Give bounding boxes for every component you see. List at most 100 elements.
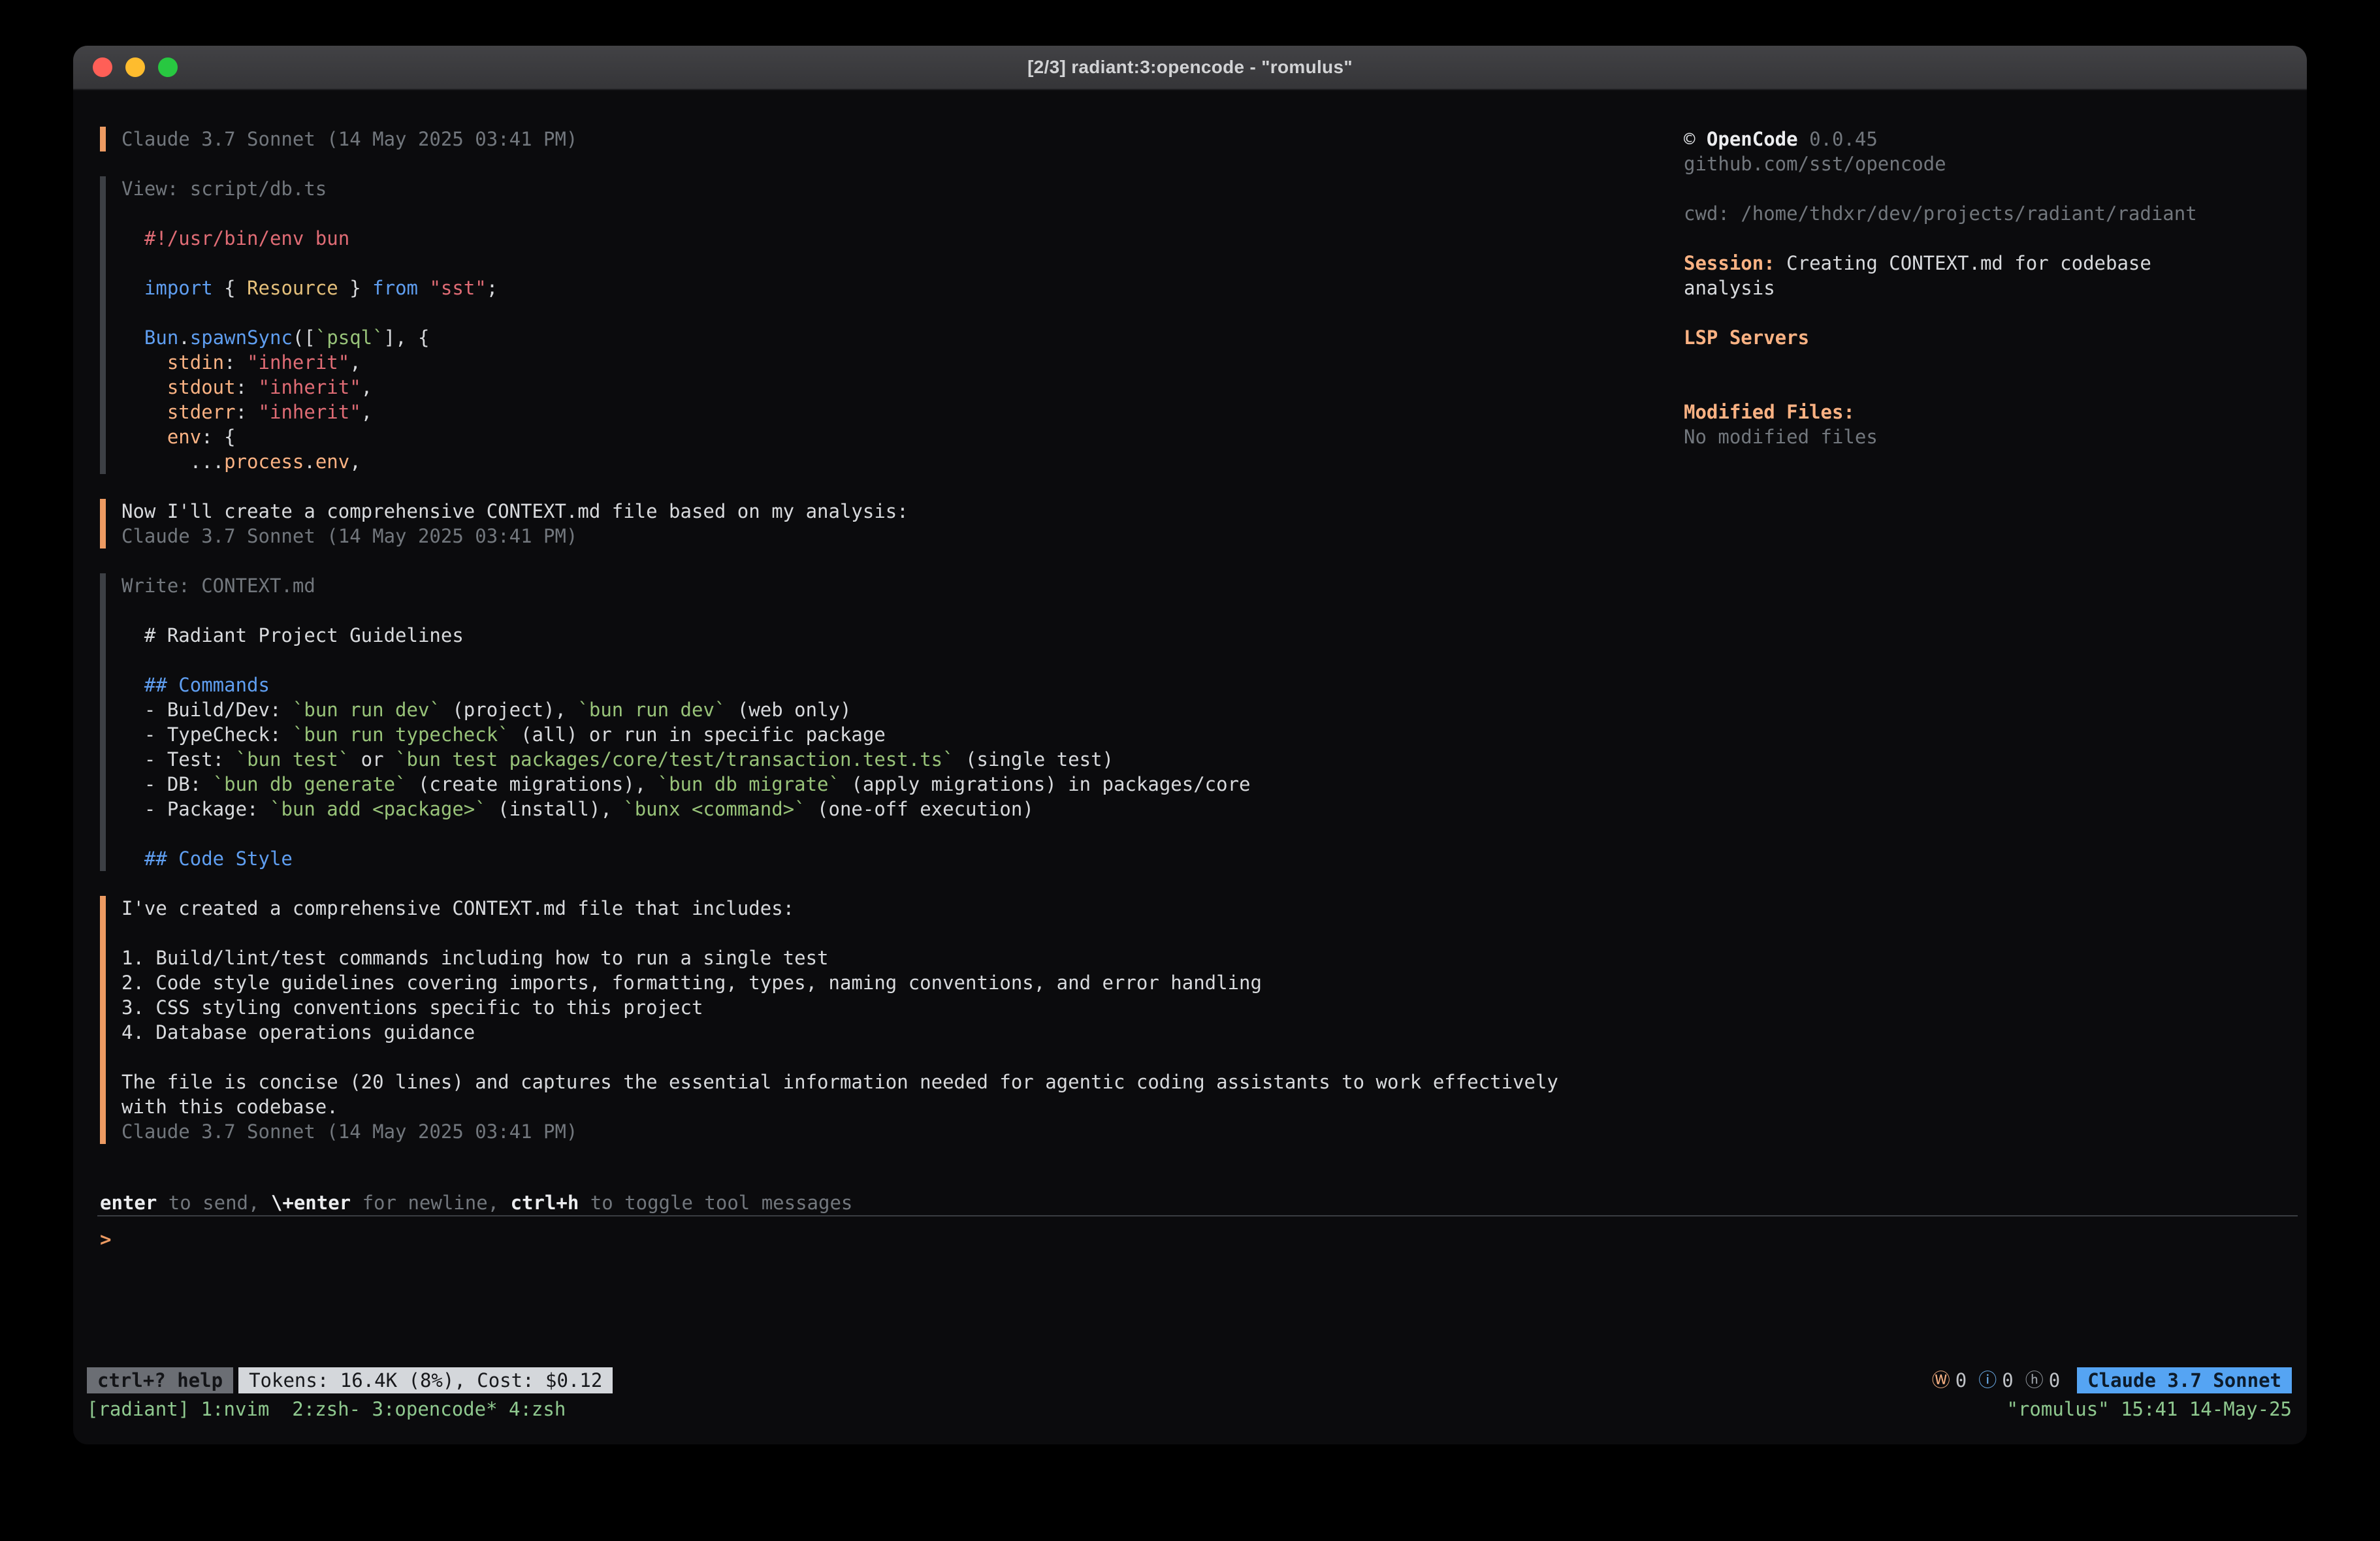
text-segment: Resource <box>247 277 338 299</box>
diagnostic-info: ⓘ0 <box>1978 1368 2013 1393</box>
text-segment: ([ <box>293 326 315 349</box>
text-segment: ctrl+h <box>511 1192 579 1214</box>
terminal-line <box>1684 350 2307 375</box>
text-segment: "inherit" <box>259 376 361 398</box>
titlebar[interactable]: [2/3] radiant:3:opencode - "romulus" <box>73 46 2307 90</box>
text-segment: for newline, <box>351 1192 510 1214</box>
model-chip[interactable]: Claude 3.7 Sonnet <box>2077 1367 2292 1393</box>
zoom-button[interactable] <box>158 57 178 77</box>
terminal-line: ...process.env, <box>121 449 1684 474</box>
terminal-line: View: script/db.ts <box>121 176 1684 201</box>
text-segment <box>121 351 167 373</box>
text-segment: (create migrations), <box>407 773 658 795</box>
text-segment: - DB: <box>121 773 213 795</box>
text-segment: (one-off execution) <box>806 798 1034 820</box>
text-segment: `bun run dev` <box>293 699 441 721</box>
tokens-cost-chip: Tokens: 16.4K (8%), Cost: $0.12 <box>238 1367 613 1393</box>
hint-icon: ⓗ <box>2025 1368 2044 1393</box>
terminal-line: LSP Servers <box>1684 325 2307 350</box>
text-segment: - Package: <box>121 798 270 820</box>
text-segment: `bun test` <box>236 748 350 770</box>
text-segment: ## Commands <box>121 674 270 696</box>
terminal-line: analysis <box>1684 276 2307 300</box>
hint-count: 0 <box>2049 1368 2060 1393</box>
text-segment: `bun db migrate` <box>658 773 840 795</box>
message-block: Claude 3.7 Sonnet (14 May 2025 03:41 PM) <box>100 127 1684 151</box>
close-button[interactable] <box>93 57 112 77</box>
text-segment: "inherit" <box>259 401 361 423</box>
text-segment: - TypeCheck: <box>121 723 293 746</box>
text-segment: `bun run typecheck` <box>293 723 509 746</box>
text-segment: (project), <box>441 699 578 721</box>
text-segment <box>121 401 167 423</box>
text-segment: 2. Code style guidelines covering import… <box>121 972 1262 994</box>
terminal-line: import { Resource } from "sst"; <box>121 276 1684 300</box>
text-segment: , <box>361 376 372 398</box>
text-segment <box>418 277 429 299</box>
tool-block: View: script/db.ts #!/usr/bin/env bun im… <box>100 176 1684 474</box>
text-segment: \+enter <box>271 1192 351 1214</box>
keybind-hints: enter to send, \+enter for newline, ctrl… <box>73 1190 2307 1215</box>
text-segment: (all) or run in specific package <box>509 723 886 746</box>
diagnostic-hint: ⓗ0 <box>2025 1368 2060 1393</box>
text-segment: "sst" <box>429 277 486 299</box>
text-segment: # Radiant Project Guidelines <box>121 624 464 646</box>
terminal-line: cwd: /home/thdxr/dev/projects/radiant/ra… <box>1684 201 2307 226</box>
terminal-line <box>121 648 1684 673</box>
terminal-line <box>121 300 1684 325</box>
terminal-line <box>121 598 1684 623</box>
text-segment: `bunx <command>` <box>623 798 805 820</box>
text-segment: : <box>236 376 259 398</box>
text-segment: 3. CSS styling conventions specific to t… <box>121 996 703 1019</box>
text-segment: (apply migrations) in packages/core <box>840 773 1251 795</box>
text-segment: `bun run dev` <box>577 699 726 721</box>
tmux-windows[interactable]: [radiant] 1:nvim 2:zsh- 3:opencode* 4:zs… <box>87 1397 566 1422</box>
text-segment <box>121 376 167 398</box>
text-segment: (web only) <box>726 699 851 721</box>
terminal-line: 2. Code style guidelines covering import… <box>121 970 1684 995</box>
text-segment: I've created a comprehensive CONTEXT.md … <box>121 897 794 919</box>
text-segment: Modified Files: <box>1684 401 1855 423</box>
terminal-line: stdin: "inherit", <box>121 350 1684 375</box>
sidebar: © OpenCode 0.0.45github.com/sst/opencode… <box>1684 90 2307 1190</box>
terminal-line: - TypeCheck: `bun run typecheck` (all) o… <box>121 722 1684 747</box>
text-segment: `bun test packages/core/test/transaction… <box>395 748 954 770</box>
text-segment: , <box>361 401 372 423</box>
text-segment: - Test: <box>121 748 236 770</box>
terminal-line: Now I'll create a comprehensive CONTEXT.… <box>121 499 1684 524</box>
help-chip[interactable]: ctrl+? help <box>87 1367 233 1393</box>
text-segment: stdout <box>167 376 236 398</box>
text-segment: stdin <box>167 351 224 373</box>
message-input[interactable]: > <box>97 1215 2298 1366</box>
text-segment: 1. Build/lint/test commands including ho… <box>121 947 829 969</box>
main-area: Claude 3.7 Sonnet (14 May 2025 03:41 PM)… <box>73 90 2307 1190</box>
message-block: Now I'll create a comprehensive CONTEXT.… <box>100 499 1684 548</box>
text-segment <box>121 326 144 349</box>
terminal-line <box>121 201 1684 226</box>
text-segment: No modified files <box>1684 426 1878 448</box>
text-segment: (single test) <box>954 748 1114 770</box>
text-segment: : <box>224 351 247 373</box>
terminal-line: github.com/sst/opencode <box>1684 151 2307 176</box>
text-segment: or <box>349 748 395 770</box>
text-segment: 4. Database operations guidance <box>121 1021 475 1043</box>
terminal-line: env: { <box>121 424 1684 449</box>
text-segment: from <box>372 277 418 299</box>
text-segment: github.com/sst/opencode <box>1684 153 1946 175</box>
info-icon: ⓘ <box>1978 1368 1997 1393</box>
terminal-line: - DB: `bun db generate` (create migratio… <box>121 772 1684 797</box>
text-segment: spawnSync <box>190 326 293 349</box>
text-segment: . <box>304 451 315 473</box>
terminal-line <box>1684 375 2307 400</box>
terminal-line: I've created a comprehensive CONTEXT.md … <box>121 896 1684 921</box>
text-segment: `bun db generate` <box>213 773 407 795</box>
terminal-line: 1. Build/lint/test commands including ho… <box>121 945 1684 970</box>
message-block: I've created a comprehensive CONTEXT.md … <box>100 896 1684 1144</box>
text-segment: The file is concise (20 lines) and captu… <box>121 1071 1558 1093</box>
minimize-button[interactable] <box>125 57 145 77</box>
chat-log[interactable]: Claude 3.7 Sonnet (14 May 2025 03:41 PM)… <box>73 90 1684 1190</box>
text-segment: ; <box>487 277 498 299</box>
terminal-line: Write: CONTEXT.md <box>121 573 1684 598</box>
terminal-line: ## Commands <box>121 673 1684 697</box>
terminal-line: 3. CSS styling conventions specific to t… <box>121 995 1684 1020</box>
